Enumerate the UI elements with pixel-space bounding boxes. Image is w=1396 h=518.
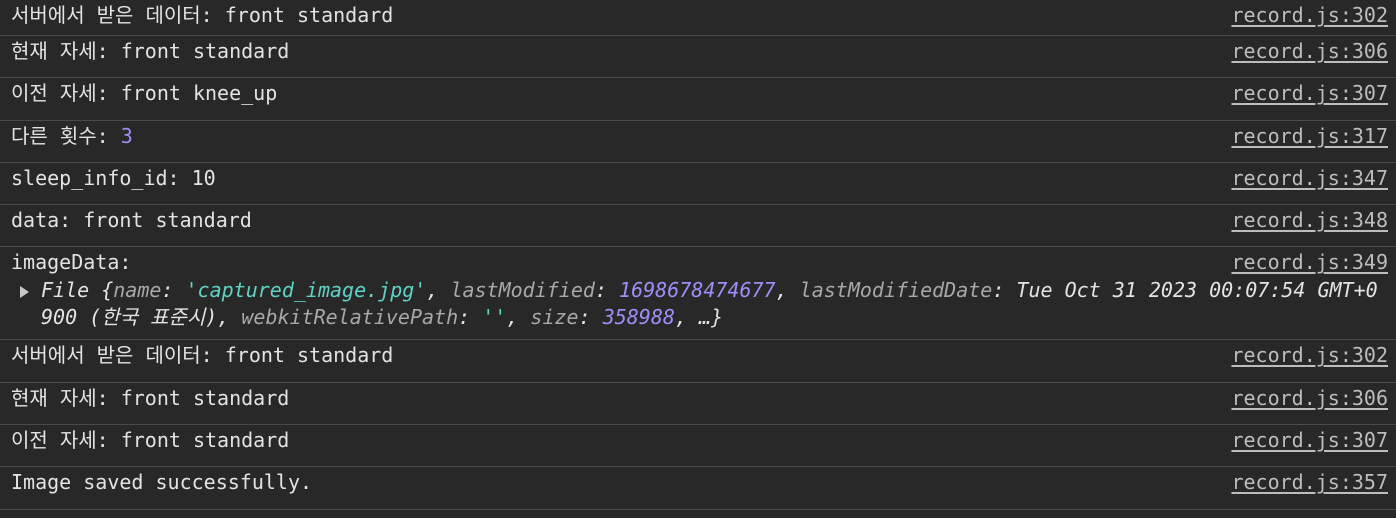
console-message-text: 이전 자세: front knee_up bbox=[11, 81, 278, 106]
console-message: 다른 횟수: 3 record.js:317 bbox=[0, 121, 1396, 163]
console-message-text: Image saved successfully. bbox=[11, 470, 313, 495]
console-message-text: 서버에서 받은 데이터: front standard bbox=[11, 343, 394, 368]
console-message: 서버에서 받은 데이터: front standard record.js:30… bbox=[0, 340, 1396, 383]
source-link[interactable]: record.js:348 bbox=[1231, 205, 1388, 235]
source-link[interactable]: record.js:306 bbox=[1231, 36, 1388, 66]
console-message: sleep_info_id: 10 record.js:347 bbox=[0, 163, 1396, 206]
source-link[interactable]: record.js:349 bbox=[1231, 247, 1388, 277]
source-link[interactable]: record.js:317 bbox=[1231, 121, 1388, 151]
console-message-text: 다른 횟수: 3 bbox=[11, 121, 133, 151]
expand-triangle-icon[interactable] bbox=[20, 286, 29, 299]
message-prefix: 다른 횟수: bbox=[11, 123, 121, 148]
source-link[interactable]: record.js:347 bbox=[1231, 163, 1388, 193]
console-message: 서버에서 받은 데이터: front standard record.js:30… bbox=[0, 0, 1396, 36]
console-message-text: data: front standard bbox=[11, 208, 252, 233]
devtools-console: 서버에서 받은 데이터: front standard record.js:30… bbox=[0, 0, 1396, 518]
source-link[interactable]: record.js:306 bbox=[1231, 383, 1388, 413]
console-message: 이전 자세: front standard record.js:307 bbox=[0, 425, 1396, 468]
source-link[interactable]: record.js:307 bbox=[1231, 425, 1388, 455]
console-message-text: 현재 자세: front standard bbox=[11, 39, 290, 63]
console-message: 현재 자세: front standard record.js:306 bbox=[0, 36, 1396, 79]
console-message-text: 이전 자세: front standard bbox=[11, 428, 290, 453]
console-message-text: imageData: bbox=[11, 250, 132, 275]
console-message: 현재 자세: front standard record.js:306 bbox=[0, 383, 1396, 426]
console-message-object: imageData: record.js:349 File {name: 'ca… bbox=[0, 247, 1396, 341]
console-message: data: front standard record.js:348 bbox=[0, 205, 1396, 248]
source-link[interactable]: record.js:357 bbox=[1231, 467, 1388, 497]
source-link[interactable]: record.js:302 bbox=[1231, 340, 1388, 370]
console-message-text: sleep_info_id: 10 bbox=[11, 165, 216, 190]
console-message-text: 서버에서 받은 데이터: front standard bbox=[11, 3, 394, 27]
console-message: Image saved successfully. record.js:357 bbox=[0, 467, 1396, 510]
number-value: 3 bbox=[120, 123, 133, 148]
console-message-text: 현재 자세: front standard bbox=[11, 385, 290, 410]
source-link[interactable]: record.js:307 bbox=[1231, 78, 1388, 108]
object-preview[interactable]: File {name: 'captured_image.jpg', lastMo… bbox=[11, 277, 1381, 331]
source-link[interactable]: record.js:302 bbox=[1231, 0, 1388, 30]
console-message: 이전 자세: front knee_up record.js:307 bbox=[0, 78, 1396, 121]
